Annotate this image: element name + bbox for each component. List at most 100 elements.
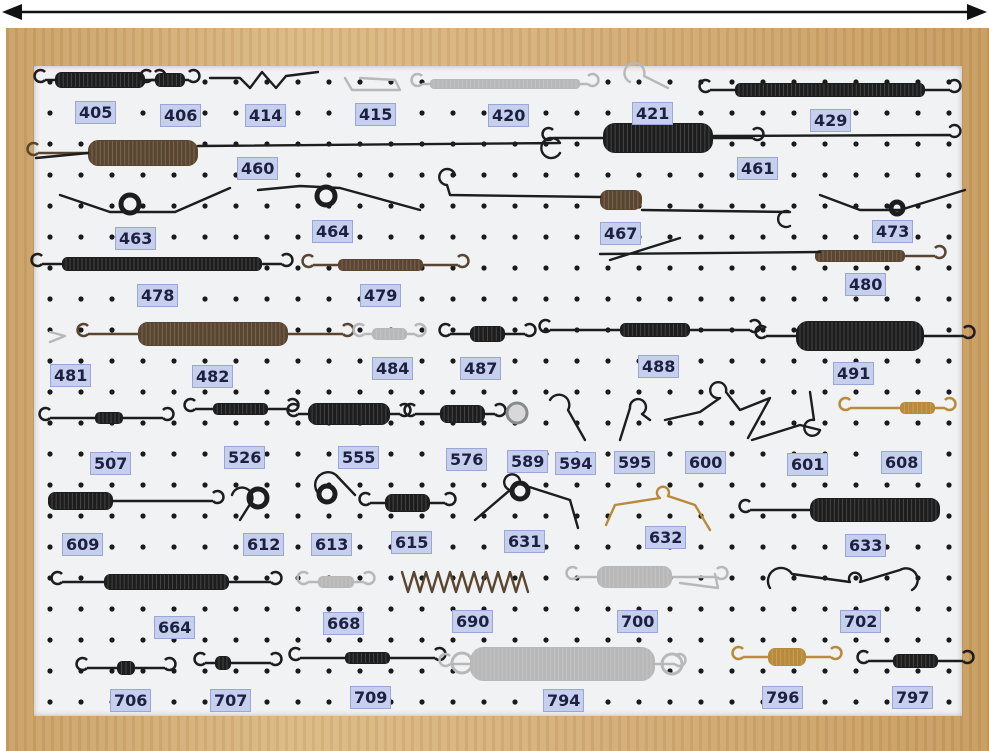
peg-hole	[760, 203, 766, 209]
peg-hole	[388, 575, 394, 581]
peg-hole	[667, 637, 673, 643]
peg-hole	[698, 296, 704, 302]
peg-hole	[419, 420, 425, 426]
peg-hole	[729, 79, 735, 85]
spring-hook	[188, 68, 201, 84]
torsion-coil	[118, 192, 142, 216]
peg-hole	[202, 451, 208, 457]
peg-hole	[543, 637, 549, 643]
spring-hook	[26, 141, 39, 157]
spring-hook	[33, 68, 46, 84]
peg-hole	[946, 358, 952, 364]
peg-hole	[202, 699, 208, 705]
part-label: 601	[787, 453, 829, 476]
peg-hole	[822, 265, 828, 271]
peg-hole	[667, 420, 673, 426]
part-label: 589	[507, 450, 549, 473]
peg-hole	[698, 482, 704, 488]
peg-hole	[78, 451, 84, 457]
peg-hole	[698, 389, 704, 395]
peg-hole	[326, 110, 332, 116]
peg-hole	[47, 451, 53, 457]
peg-hole	[295, 79, 301, 85]
peg-hole	[419, 389, 425, 395]
peg-hole	[543, 234, 549, 240]
peg-hole	[109, 482, 115, 488]
peg-hole	[264, 482, 270, 488]
coil-spring	[385, 494, 430, 512]
peg-hole	[822, 234, 828, 240]
peg-hole	[140, 606, 146, 612]
peg-hole	[698, 606, 704, 612]
peg-hole	[419, 513, 425, 519]
peg-hole	[698, 265, 704, 271]
spring-hook	[587, 72, 600, 88]
peg-hole	[636, 482, 642, 488]
peg-hole	[264, 389, 270, 395]
spring-hook	[38, 406, 51, 422]
peg-hole	[357, 79, 363, 85]
peg-hole	[729, 172, 735, 178]
peg-hole	[264, 668, 270, 674]
peg-hole	[543, 606, 549, 612]
peg-hole	[171, 513, 177, 519]
part-label: 507	[90, 452, 132, 475]
peg-hole	[295, 172, 301, 178]
spring-hook	[444, 491, 457, 507]
peg-hole	[760, 575, 766, 581]
peg-hole	[450, 327, 456, 333]
peg-hole	[543, 265, 549, 271]
peg-hole	[915, 172, 921, 178]
peg-hole	[419, 172, 425, 178]
peg-hole	[729, 420, 735, 426]
part-label: 421	[632, 102, 674, 125]
peg-hole	[419, 668, 425, 674]
peg-hole	[512, 172, 518, 178]
peg-hole	[264, 420, 270, 426]
peg-hole	[481, 172, 487, 178]
peg-hole	[884, 668, 890, 674]
part-label: 487	[460, 357, 502, 380]
peg-hole	[140, 544, 146, 550]
peg-hole	[388, 606, 394, 612]
peg-hole	[171, 699, 177, 705]
peg-hole	[605, 265, 611, 271]
peg-hole	[760, 606, 766, 612]
spring-hook	[438, 322, 451, 338]
peg-hole	[698, 172, 704, 178]
peg-hole	[605, 482, 611, 488]
peg-hole	[946, 389, 952, 395]
bent-wire-spring	[208, 70, 320, 90]
peg-hole	[47, 420, 53, 426]
part-label: 406	[160, 104, 202, 127]
bent-wire-spring	[473, 473, 580, 530]
part-label: 690	[452, 610, 494, 633]
peg-hole	[636, 544, 642, 550]
part-label: 405	[75, 101, 117, 124]
peg-hole	[326, 513, 332, 519]
peg-hole	[884, 389, 890, 395]
peg-hole	[667, 79, 673, 85]
peg-hole	[822, 606, 828, 612]
peg-hole	[47, 668, 53, 674]
peg-hole	[202, 110, 208, 116]
peg-hole	[729, 513, 735, 519]
peg-hole	[605, 451, 611, 457]
peg-hole	[47, 296, 53, 302]
peg-hole	[357, 544, 363, 550]
peg-hole	[574, 296, 580, 302]
peg-hole	[47, 358, 53, 364]
bent-wire-spring	[618, 397, 652, 442]
peg-hole	[729, 482, 735, 488]
part-label: 631	[504, 530, 546, 553]
spring-hook	[731, 645, 744, 661]
part-label: 668	[323, 612, 365, 635]
bent-wire-spring	[48, 330, 67, 344]
peg-hole	[884, 110, 890, 116]
peg-hole	[946, 699, 952, 705]
peg-hole	[946, 544, 952, 550]
peg-hole	[326, 637, 332, 643]
peg-hole	[512, 513, 518, 519]
peg-hole	[884, 699, 890, 705]
peg-hole	[760, 668, 766, 674]
